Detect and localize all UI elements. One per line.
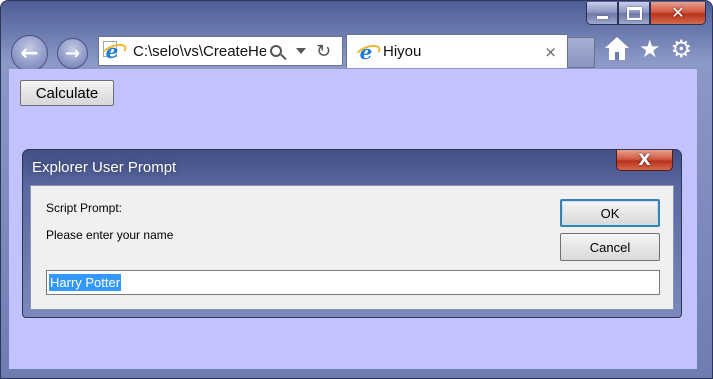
address-bar[interactable]: e C:\selo\vs\CreateHe ↻ <box>98 36 343 66</box>
address-text[interactable]: C:\selo\vs\CreateHe <box>133 43 266 60</box>
tab-close-icon[interactable]: × <box>544 43 557 61</box>
back-arrow-icon: ← <box>20 41 39 66</box>
dialog-close-button[interactable]: X <box>616 150 673 171</box>
toolbar-icons: ★ ⚙ <box>604 37 692 61</box>
close-icon: ✕ <box>671 3 685 22</box>
browser-window: ✕ ← → e C:\selo\vs\CreateHe ↻ e Hiyou × … <box>0 0 713 379</box>
ok-button[interactable]: OK <box>560 199 660 227</box>
address-actions: ↻ <box>270 41 331 62</box>
gear-icon[interactable]: ⚙ <box>670 37 692 61</box>
close-window-button[interactable]: ✕ <box>650 2 706 25</box>
forward-button[interactable]: → <box>57 38 88 69</box>
caption-buttons: ✕ <box>586 2 706 26</box>
navigation-bar: ← → e C:\selo\vs\CreateHe ↻ e Hiyou × ★ … <box>1 31 712 72</box>
minimize-icon <box>596 15 608 19</box>
home-icon[interactable] <box>604 37 629 61</box>
refresh-icon[interactable]: ↻ <box>316 41 331 62</box>
new-tab-button[interactable] <box>568 37 595 68</box>
calculate-button[interactable]: Calculate <box>20 80 114 106</box>
dialog-body: Script Prompt: Please enter your name OK… <box>30 185 674 310</box>
name-input[interactable]: Harry Potter <box>46 270 660 295</box>
maximize-icon <box>626 6 642 20</box>
ie-tab-icon: e <box>353 40 383 64</box>
name-input-value: Harry Potter <box>49 274 122 291</box>
page-icon: e <box>99 39 129 63</box>
tab-title: Hiyou <box>383 43 422 60</box>
tab-hiyou[interactable]: e Hiyou × <box>346 34 568 68</box>
prompt-label: Script Prompt: <box>46 201 123 215</box>
chevron-down-icon[interactable] <box>296 48 306 54</box>
back-button[interactable]: ← <box>11 35 48 72</box>
prompt-dialog: Explorer User Prompt X Script Prompt: Pl… <box>22 149 682 318</box>
forward-arrow-icon: → <box>64 43 81 64</box>
dialog-title: Explorer User Prompt <box>32 159 177 176</box>
star-icon[interactable]: ★ <box>639 37 661 61</box>
prompt-message: Please enter your name <box>46 228 174 242</box>
search-icon[interactable] <box>270 45 282 57</box>
minimize-button[interactable] <box>586 2 618 25</box>
close-icon: X <box>638 150 651 169</box>
maximize-button[interactable] <box>618 2 650 25</box>
cancel-button[interactable]: Cancel <box>560 233 660 261</box>
